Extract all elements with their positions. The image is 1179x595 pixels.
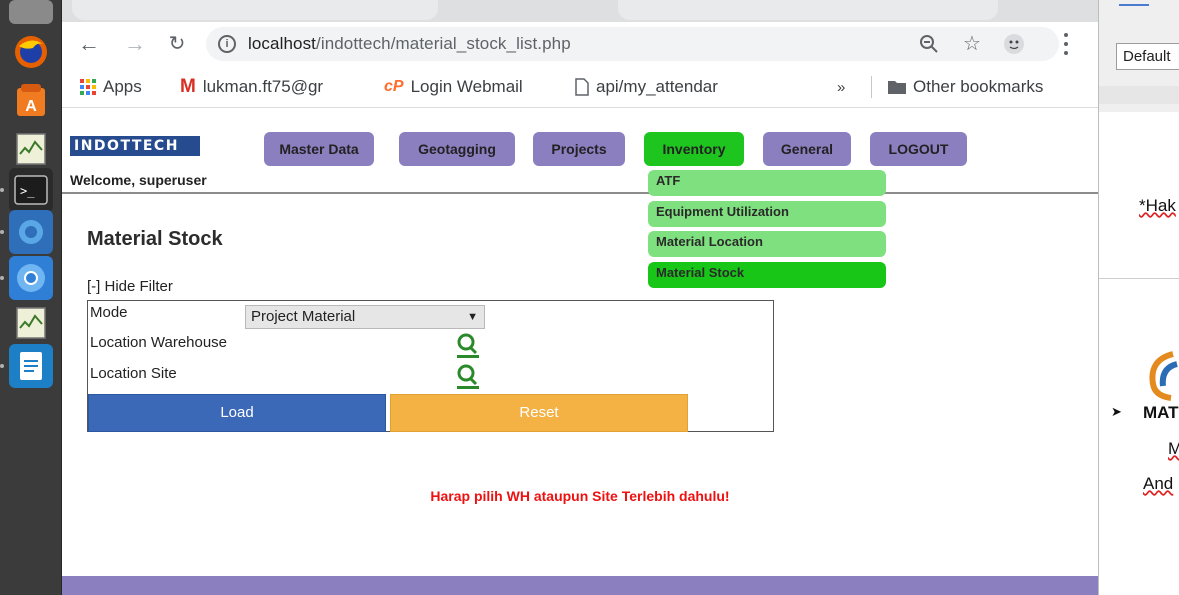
- footer-bar: [62, 576, 1098, 595]
- bookmarks-divider: [871, 76, 872, 98]
- browser-menu-icon[interactable]: [1058, 33, 1074, 55]
- forward-arrow-icon[interactable]: →: [122, 31, 148, 57]
- browser-tab[interactable]: [618, 0, 998, 20]
- site-lookup-icon[interactable]: [454, 362, 480, 390]
- dropdown-item-material-location[interactable]: Material Location: [648, 231, 886, 257]
- bookmark-apps[interactable]: Apps: [80, 75, 142, 99]
- svg-text:A: A: [25, 98, 37, 115]
- bookmark-label: Apps: [103, 77, 142, 96]
- font-name-box[interactable]: Default: [1116, 43, 1179, 70]
- indottech-logo: INDOTTECH: [70, 136, 200, 156]
- bookmark-star-icon[interactable]: ☆: [961, 33, 983, 55]
- doc-text-line: And: [1143, 474, 1174, 493]
- reset-button[interactable]: Reset: [390, 394, 688, 432]
- warning-message: Harap pilih WH ataupun Site Terlebih dah…: [430, 488, 730, 504]
- site-info-icon[interactable]: i: [218, 35, 236, 53]
- filter-panel: Mode Project Material ▼ Location Warehou…: [87, 300, 774, 432]
- reload-icon[interactable]: ↻: [164, 31, 190, 57]
- other-bookmarks-label: Other bookmarks: [913, 77, 1044, 96]
- load-button[interactable]: Load: [88, 394, 386, 432]
- ide-icon[interactable]: [9, 210, 53, 254]
- document-logo-image: [1143, 350, 1179, 402]
- terminal-icon[interactable]: >_: [9, 168, 53, 212]
- dropdown-item-equipment-utilization[interactable]: Equipment Utilization: [648, 201, 886, 227]
- dropdown-item-material-stock[interactable]: Material Stock: [648, 262, 886, 288]
- browser-toolbar: ← → ↻ i localhost/indottech/material_sto…: [62, 22, 1098, 66]
- gmail-icon: M: [180, 76, 196, 97]
- bookmark-gmail[interactable]: M lukman.ft75@gr: [180, 75, 323, 99]
- mode-select[interactable]: Project Material ▼: [245, 305, 485, 329]
- dash-icon[interactable]: [9, 0, 53, 24]
- other-bookmarks[interactable]: Other bookmarks: [888, 75, 1043, 99]
- nav-projects[interactable]: Projects: [533, 132, 625, 166]
- page-icon: [575, 78, 589, 96]
- page-break-line: [1099, 278, 1179, 279]
- cpanel-icon: cP: [384, 78, 404, 95]
- writer-toolbar-fragment: [1119, 0, 1149, 6]
- tab-strip: [62, 0, 1098, 22]
- page-title: Material Stock: [87, 228, 223, 250]
- bookmark-webmail[interactable]: cP Login Webmail: [384, 75, 523, 99]
- address-bar[interactable]: i localhost/indottech/material_stock_lis…: [206, 27, 1059, 61]
- ubuntu-launcher: A >_: [0, 0, 62, 595]
- bullet-arrow-icon: ➤: [1111, 404, 1122, 419]
- web-page: INDOTTECH Welcome, superuser Master Data…: [62, 108, 1098, 595]
- running-indicator: [0, 276, 4, 280]
- doc-text-line: M: [1168, 439, 1179, 458]
- nav-general[interactable]: General: [763, 132, 851, 166]
- nav-geotagging[interactable]: Geotagging: [399, 132, 515, 166]
- doc-text-line: *Hak: [1139, 196, 1176, 215]
- bookmark-api[interactable]: api/my_attendar: [575, 75, 718, 99]
- bookmark-label: Login Webmail: [410, 77, 523, 96]
- url-host: localhost: [248, 34, 316, 53]
- mode-label: Mode: [90, 304, 128, 321]
- profile-avatar-icon[interactable]: [1003, 33, 1025, 55]
- welcome-text: Welcome, superuser: [70, 172, 207, 188]
- warehouse-lookup-icon[interactable]: [454, 331, 480, 359]
- running-indicator: [0, 188, 4, 192]
- document-area: *Hak ➤ MAT M And: [1099, 112, 1179, 595]
- bookmark-label: lukman.ft75@gr: [202, 77, 324, 96]
- running-indicator: [0, 230, 4, 234]
- browser-tab[interactable]: [72, 0, 438, 20]
- dropdown-item-atf[interactable]: ATF: [648, 170, 886, 196]
- nav-inventory[interactable]: Inventory: [644, 132, 744, 166]
- software-center-icon[interactable]: A: [9, 78, 53, 122]
- firefox-icon[interactable]: [9, 30, 53, 74]
- writer-icon[interactable]: [9, 344, 53, 388]
- system-monitor-icon[interactable]: [9, 126, 53, 170]
- folder-icon: [888, 80, 906, 94]
- doc-heading: MAT: [1143, 403, 1179, 422]
- background-writer-window: Default *Hak ➤ MAT M And: [1098, 0, 1179, 595]
- url-text[interactable]: localhost/indottech/material_stock_list.…: [248, 34, 571, 54]
- url-path: /indottech/material_stock_list.php: [316, 34, 571, 53]
- bookmarks-bar: Apps M lukman.ft75@gr cP Login Webmail a…: [62, 66, 1098, 108]
- zoom-icon[interactable]: [918, 33, 940, 55]
- bookmark-label: api/my_attendar: [596, 77, 718, 96]
- location-warehouse-label: Location Warehouse: [90, 334, 228, 351]
- nav-logout[interactable]: LOGOUT: [870, 132, 967, 166]
- bookmarks-overflow-icon[interactable]: »: [837, 75, 845, 99]
- header-divider: [62, 192, 1098, 194]
- running-indicator: [0, 364, 4, 368]
- screen: A >_ ← → ↻ i localhost/indottech/materia…: [0, 0, 1179, 595]
- dropdown-arrow-icon: ▼: [467, 311, 478, 323]
- back-arrow-icon[interactable]: ←: [76, 31, 102, 57]
- hide-filter-toggle[interactable]: [-] Hide Filter: [87, 278, 173, 295]
- svg-text:>_: >_: [20, 184, 35, 198]
- nav-master-data[interactable]: Master Data: [264, 132, 374, 166]
- ruler: [1099, 86, 1179, 104]
- spreadsheet-icon[interactable]: [9, 300, 53, 344]
- apps-grid-icon: [80, 79, 96, 95]
- mode-select-value: Project Material: [251, 308, 356, 325]
- chromium-icon[interactable]: [9, 256, 53, 300]
- location-site-label: Location Site: [90, 365, 177, 382]
